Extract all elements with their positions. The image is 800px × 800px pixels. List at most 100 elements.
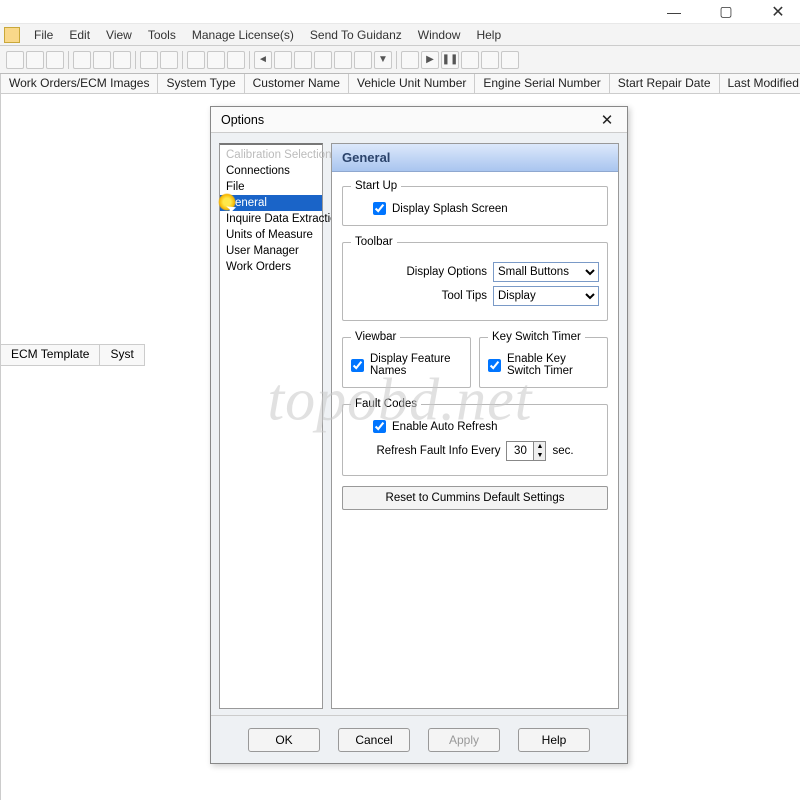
toolbar-open-icon[interactable] xyxy=(26,51,44,69)
column-headers: Work Orders/ECM ImagesSystem TypeCustome… xyxy=(1,74,800,94)
toolbar-new-icon[interactable] xyxy=(6,51,24,69)
spinner-down-icon[interactable]: ▼ xyxy=(533,451,545,460)
toolbar-pause-icon[interactable]: ❚❚ xyxy=(441,51,459,69)
panel-title: General xyxy=(332,144,618,172)
column-header[interactable]: Engine Serial Number xyxy=(475,74,609,93)
toolbar-divider xyxy=(68,51,69,69)
app-icon xyxy=(4,27,20,43)
cursor-highlight-icon xyxy=(218,193,236,211)
minimize-button[interactable]: — xyxy=(656,2,692,22)
toolbar-print-icon[interactable] xyxy=(140,51,158,69)
menu-file[interactable]: File xyxy=(26,26,61,44)
feature-names-checkbox-label[interactable]: Display Feature Names xyxy=(351,353,462,377)
reset-defaults-button[interactable]: Reset to Cummins Default Settings xyxy=(342,486,608,510)
toolbar-divider xyxy=(396,51,397,69)
viewbar-group: Viewbar Display Feature Names xyxy=(342,331,471,388)
tree-item[interactable]: Units of Measure xyxy=(220,227,322,243)
fault-codes-legend: Fault Codes xyxy=(351,398,421,410)
tree-item[interactable]: Connections xyxy=(220,163,322,179)
toolbar-divider xyxy=(249,51,250,69)
menu-tools[interactable]: Tools xyxy=(140,26,184,44)
menu-edit[interactable]: Edit xyxy=(61,26,98,44)
display-options-select[interactable]: Small Buttons xyxy=(493,262,599,282)
tool-tips-select[interactable]: Display xyxy=(493,286,599,306)
inner-tab[interactable]: Syst xyxy=(100,345,144,365)
refresh-interval-input[interactable] xyxy=(507,442,533,460)
apply-button[interactable]: Apply xyxy=(428,728,500,752)
keyswitch-group: Key Switch Timer Enable Key Switch Timer xyxy=(479,331,608,388)
column-header[interactable]: Vehicle Unit Number xyxy=(349,74,475,93)
tool-tips-label: Tool Tips xyxy=(442,290,487,302)
menu-help[interactable]: Help xyxy=(468,26,509,44)
viewbar-legend: Viewbar xyxy=(351,331,400,343)
toolbar-play-prev-icon[interactable] xyxy=(401,51,419,69)
ok-button[interactable]: OK xyxy=(248,728,320,752)
auto-refresh-checkbox-label[interactable]: Enable Auto Refresh xyxy=(373,420,599,433)
toolbar-play-icon[interactable]: ▶ xyxy=(421,51,439,69)
menu-bar: File Edit View Tools Manage License(s) S… xyxy=(0,24,800,46)
tree-item[interactable]: Inquire Data Extraction xyxy=(220,211,322,227)
toolbar-send-icon[interactable] xyxy=(207,51,225,69)
keyswitch-checkbox[interactable] xyxy=(488,359,501,372)
tree-item[interactable]: Work Orders xyxy=(220,259,322,275)
auto-refresh-checkbox[interactable] xyxy=(373,420,386,433)
toolbar-back-icon[interactable]: ◄ xyxy=(254,51,272,69)
toolbar-find-icon[interactable] xyxy=(187,51,205,69)
toolbar-group: Toolbar Display Options Small Buttons To… xyxy=(342,236,608,321)
toolbar-cut-icon[interactable] xyxy=(73,51,91,69)
column-header[interactable]: Start Repair Date xyxy=(610,74,720,93)
keyswitch-checkbox-label[interactable]: Enable Key Switch Timer xyxy=(488,353,599,377)
column-header[interactable]: System Type xyxy=(158,74,244,93)
toolbar-save-icon[interactable] xyxy=(46,51,64,69)
toolbar-refresh-icon[interactable] xyxy=(294,51,312,69)
toolbar-ecm-icon[interactable] xyxy=(334,51,352,69)
dialog-close-button[interactable]: ✕ xyxy=(597,110,617,130)
toolbar-log-icon[interactable] xyxy=(501,51,519,69)
menu-window[interactable]: Window xyxy=(410,26,469,44)
toolbar-down-icon[interactable]: ▼ xyxy=(374,51,392,69)
toolbar-record-icon[interactable] xyxy=(481,51,499,69)
tree-item[interactable]: User Manager xyxy=(220,243,322,259)
dialog-title-bar: Options ✕ xyxy=(211,107,627,133)
options-dialog: Options ✕ Calibration SelectionConnectio… xyxy=(210,106,628,764)
toolbar-divider xyxy=(182,51,183,69)
column-header[interactable]: Customer Name xyxy=(245,74,349,93)
toolbar-stop-icon[interactable] xyxy=(461,51,479,69)
tree-item[interactable]: ➤General xyxy=(220,195,322,211)
app-toolbar: ◄ ▼ ▶ ❚❚ xyxy=(0,46,800,74)
menu-guidanz[interactable]: Send To Guidanz xyxy=(302,26,410,44)
feature-names-text: Display Feature Names xyxy=(370,353,462,377)
auto-refresh-text: Enable Auto Refresh xyxy=(392,421,498,433)
options-panel: General Start Up Display Splash Screen T… xyxy=(331,143,619,709)
spinner-up-icon[interactable]: ▲ xyxy=(533,442,545,451)
toolbar-copy-icon[interactable] xyxy=(93,51,111,69)
toolbar-export-icon[interactable] xyxy=(227,51,245,69)
display-options-label: Display Options xyxy=(406,266,487,278)
refresh-interval-spinner[interactable]: ▲ ▼ xyxy=(506,441,546,461)
toolbar-fault-icon[interactable] xyxy=(354,51,372,69)
splash-screen-checkbox-label[interactable]: Display Splash Screen xyxy=(373,202,599,215)
cancel-button[interactable]: Cancel xyxy=(338,728,410,752)
maximize-button[interactable]: ▢ xyxy=(708,2,744,22)
inner-tab-strip: ECM TemplateSyst xyxy=(1,344,145,366)
column-header[interactable]: Work Orders/ECM Images xyxy=(1,74,158,93)
toolbar-paste-icon[interactable] xyxy=(113,51,131,69)
toolbar-preview-icon[interactable] xyxy=(160,51,178,69)
toolbar-connect-icon[interactable] xyxy=(274,51,292,69)
startup-legend: Start Up xyxy=(351,180,401,192)
window-close-button[interactable]: ✕ xyxy=(760,2,796,22)
tree-item[interactable]: Calibration Selection xyxy=(220,147,322,163)
help-button[interactable]: Help xyxy=(518,728,590,752)
column-header[interactable]: Last Modified Date xyxy=(720,74,800,93)
feature-names-checkbox[interactable] xyxy=(351,359,364,372)
splash-screen-checkbox[interactable] xyxy=(373,202,386,215)
tree-item[interactable]: File xyxy=(220,179,322,195)
options-tree[interactable]: Calibration SelectionConnectionsFile➤Gen… xyxy=(219,143,323,709)
keyswitch-legend: Key Switch Timer xyxy=(488,331,585,343)
dialog-footer: OK Cancel Apply Help xyxy=(211,715,627,763)
inner-tab[interactable]: ECM Template xyxy=(1,345,100,365)
toolbar-reports-icon[interactable] xyxy=(314,51,332,69)
menu-license[interactable]: Manage License(s) xyxy=(184,26,302,44)
menu-view[interactable]: View xyxy=(98,26,140,44)
startup-group: Start Up Display Splash Screen xyxy=(342,180,608,226)
